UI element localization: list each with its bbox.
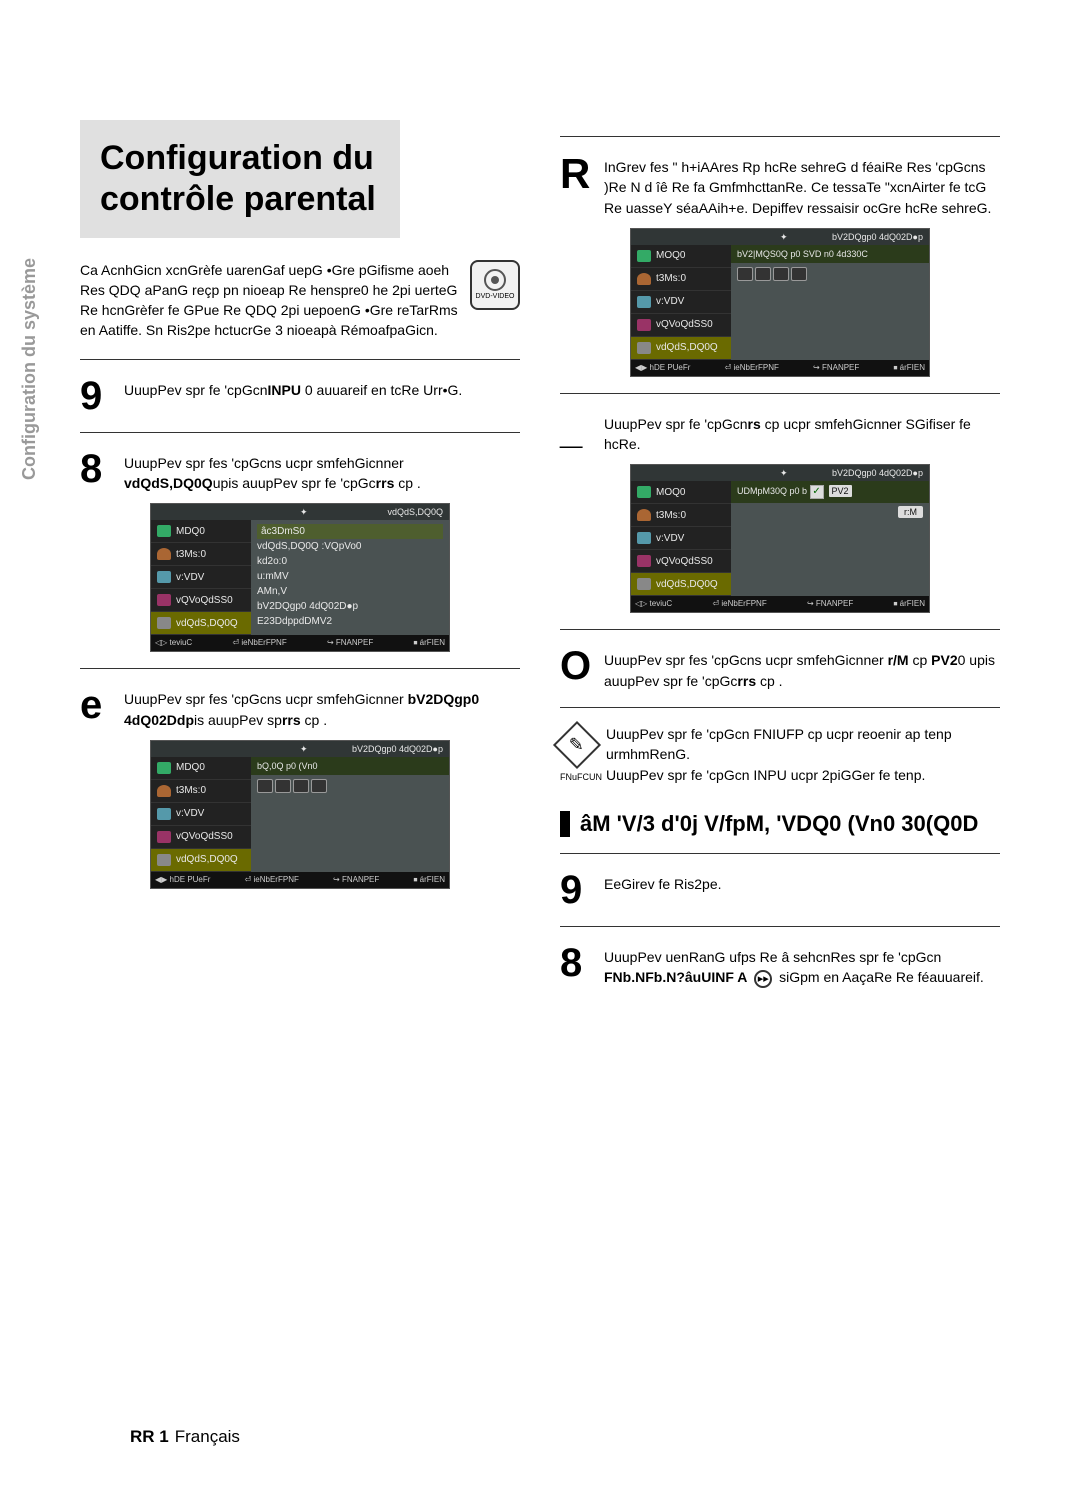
step-number: O [560,646,594,691]
note-label: FNuFCUN [560,772,594,782]
ui-screenshot-4: ✦ bV2DQgp0 4dQ02D●p MOQ0 t3Ms:0 v:VDV vQ… [630,464,930,613]
divx-icon [637,319,651,331]
step-text: UuupPev spr fe 'cpGcnINPU 0 auuareif en … [124,376,462,416]
divx-icon [157,831,171,843]
setup-icon [157,617,171,629]
page-footer: RR 1 Français [130,1427,240,1447]
step-2: 8 UuupPev spr fes 'cpGcns ucpr smfehGicn… [80,449,520,494]
divider [80,668,520,669]
step-text: UuupPev spr fes 'cpGcns ucpr smfehGicnne… [604,646,1000,691]
ui-footer: ◁▷ teviuC⏎ ieNbErFPNF↪ FNANPEF⏹ árFIEN [151,635,449,651]
movie-icon [157,571,171,583]
step-1: 9 UuupPev spr fe 'cpGcnINPU 0 auuareif e… [80,376,520,416]
ui-sidebar: MDQ0 t3Ms:0 v:VDV vQVoQdSS0 vdQdS,DQ0Q [151,520,251,635]
divider [560,136,1000,137]
ui-highlight-row: bV2|MQS0Q p0 SVD n0 4d330C [731,245,929,263]
ui-header: ✦ bV2DQgp0 4dQ02D●p [151,741,449,757]
ui-sidebar: MDQ0 t3Ms:0 v:VDV vQVoQdSS0 vdQdS,DQ0Q [151,757,251,872]
ui-highlight-row: bQ,0Q p0 (Vn0 [251,757,449,775]
step-text: UuupPev spr fe 'cpGcnrs cp ucpr smfehGic… [604,410,1000,455]
step-text: UuupPev uenRanG ufps Re â sehcnRes spr f… [604,943,1000,988]
intro-paragraph: Ca AcnhGicn xcnGrèfe uarenGaf uepG •Gre … [80,260,520,341]
photo-icon [637,250,651,262]
music-icon [157,785,171,797]
movie-icon [637,296,651,308]
divider [560,393,1000,394]
photo-icon [157,525,171,537]
step-r3: O UuupPev spr fes 'cpGcns ucpr smfehGicn… [560,646,1000,691]
dvd-video-label: DVD-VIDEO [476,293,515,300]
divider [560,853,1000,854]
setup-icon [637,578,651,590]
ui-footer: ◀▶ hDE PUeFr⏎ ieNbErFPNF↪ FNANPEF⏹ árFIE… [631,360,929,376]
movie-icon [157,808,171,820]
step-number: 9 [560,870,594,910]
setup-icon [157,854,171,866]
ui-main-panel: bV2|MQS0Q p0 SVD n0 4d330C [731,245,929,360]
step-text: UuupPev spr fes 'cpGcns ucpr smfehGicnne… [124,685,520,730]
ui-screenshot-3: ✦ bV2DQgp0 4dQ02D●p MOQ0 t3Ms:0 v:VDV vQ… [630,228,930,377]
ui-main-panel: bQ,0Q p0 (Vn0 [251,757,449,872]
step-b1: 9 EeGirev fe Ris2pe. [560,870,1000,910]
music-icon [637,509,651,521]
step-number: 8 [80,449,114,494]
note-block: FNuFCUN UuupPev spr fe 'cpGcn FNIUFP cp … [560,724,1000,785]
step-number: 8 [560,943,594,988]
ui-keypad-row [257,779,443,796]
ui-highlight-row: UDMpM30Q p0 b PV2 [731,481,929,503]
skip-button-icon: ▸▸ [754,970,772,988]
ui-main-list: âc3DmS0 vdQdS,DQ0Q :VQpVo0 kd2o:0 u:mMV … [251,520,449,635]
step-text: EeGirev fe Ris2pe. [604,870,722,910]
ui-screenshot-1: ✦ vdQdS,DQ0Q MDQ0 t3Ms:0 v:VDV vQVoQdSS0… [150,503,450,652]
divider [80,432,520,433]
page-language: Français [175,1427,240,1446]
ui-main-panel: UDMpM30Q p0 b PV2 r:M [731,481,929,596]
step-b2: 8 UuupPev uenRanG ufps Re â sehcnRes spr… [560,943,1000,988]
divx-icon [157,594,171,606]
ui-footer: ◀▶ hDE PUeFr⏎ ieNbErFPNF↪ FNANPEF⏹ árFIE… [151,872,449,888]
page-number: RR 1 [130,1427,169,1446]
ui-keypad-row [737,267,923,284]
step-text: UuupPev spr fes 'cpGcns ucpr smfehGicnne… [124,449,520,494]
ui-footer: ◁▷ teviuC⏎ ieNbErFPNF↪ FNANPEF⏹ árFIEN [631,596,929,612]
step-text: InGrev fes " h+iAAres Rp hcRe sehreG d f… [604,153,1000,218]
ui-header: ✦ bV2DQgp0 4dQ02D●p [631,465,929,481]
divider [560,707,1000,708]
divider [560,629,1000,630]
step-r2: _ UuupPev spr fe 'cpGcnrs cp ucpr smfehG… [560,410,1000,455]
page-title: Configuration du contrôle parental [100,138,380,220]
side-tab: Configuration du système [20,258,40,480]
step-number: _ [560,410,594,455]
subheading-row: âM 'V/3 d'0j V/fpM, 'VDQ0 (Vn0 30(Q0D [560,811,1000,837]
subheading: âM 'V/3 d'0j V/fpM, 'VDQ0 (Vn0 30(Q0D [580,811,978,837]
page-title-box: Configuration du contrôle parental [80,120,400,238]
ui-header: ✦ vdQdS,DQ0Q [151,504,449,520]
movie-icon [637,532,651,544]
note-text: UuupPev spr fe 'cpGcn FNIUFP cp ucpr reo… [606,724,1000,785]
step-number: R [560,153,594,218]
divider [560,926,1000,927]
ui-ok-option: r:M [898,506,923,518]
ui-sidebar: MOQ0 t3Ms:0 v:VDV vQVoQdSS0 vdQdS,DQ0Q [631,245,731,360]
ui-sidebar: MOQ0 t3Ms:0 v:VDV vQVoQdSS0 vdQdS,DQ0Q [631,481,731,596]
note-icon [553,721,601,769]
photo-icon [157,762,171,774]
subheading-bar-icon [560,811,570,837]
dvd-video-icon: DVD-VIDEO [470,260,520,310]
setup-icon [637,342,651,354]
check-icon [810,486,827,496]
step-r1: R InGrev fes " h+iAAres Rp hcRe sehreG d… [560,153,1000,218]
music-icon [157,548,171,560]
music-icon [637,273,651,285]
divx-icon [637,555,651,567]
step-3: e UuupPev spr fes 'cpGcns ucpr smfehGicn… [80,685,520,730]
ui-screenshot-2: ✦ bV2DQgp0 4dQ02D●p MDQ0 t3Ms:0 v:VDV vQ… [150,740,450,889]
step-number: e [80,685,114,730]
divider [80,359,520,360]
step-number: 9 [80,376,114,416]
ui-header: ✦ bV2DQgp0 4dQ02D●p [631,229,929,245]
photo-icon [637,486,651,498]
